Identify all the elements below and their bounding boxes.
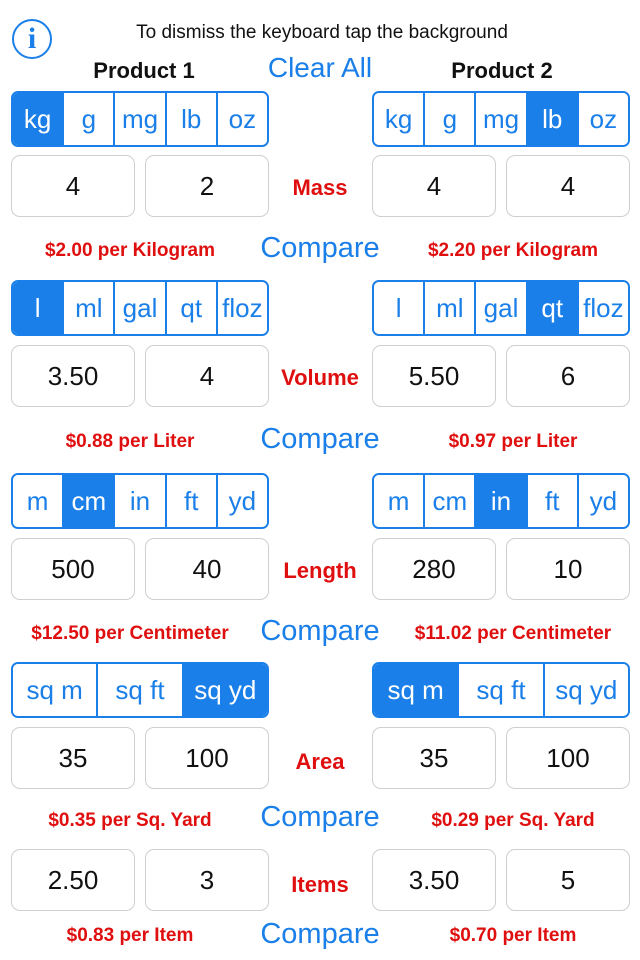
length-compare-button[interactable]: Compare bbox=[240, 615, 400, 648]
mass-unit-option-oz[interactable]: oz bbox=[215, 93, 267, 145]
length-unit-option-yd[interactable]: yd bbox=[215, 475, 267, 527]
volume-p2-price-field[interactable]: 5.50 bbox=[372, 345, 496, 407]
length-unit-option-ft[interactable]: ft bbox=[525, 475, 577, 527]
area-compare-button[interactable]: Compare bbox=[240, 801, 400, 834]
mass-p1-result: $2.00 per Kilogram bbox=[44, 240, 216, 261]
mass-p1-price-field[interactable]: 4 bbox=[11, 155, 135, 217]
area-unit-selector-p2[interactable]: sq m sq ft sq yd bbox=[372, 662, 630, 718]
mass-unit-option-kg[interactable]: kg bbox=[374, 93, 424, 145]
length-unit-option-in[interactable]: in bbox=[474, 475, 526, 527]
mass-unit-selector-p1[interactable]: kg g mg lb oz bbox=[11, 91, 269, 147]
length-unit-selector-p2[interactable]: m cm in ft yd bbox=[372, 473, 630, 529]
items-p2-quantity-field[interactable]: 5 bbox=[506, 849, 630, 911]
volume-unit-option-ml[interactable]: ml bbox=[62, 282, 114, 334]
length-unit-option-m[interactable]: m bbox=[13, 475, 63, 527]
mass-unit-option-mg[interactable]: mg bbox=[113, 93, 165, 145]
items-p2-result: $0.70 per Item bbox=[449, 925, 577, 946]
length-p1-quantity-field[interactable]: 40 bbox=[145, 538, 269, 600]
volume-p1-price-field[interactable]: 3.50 bbox=[11, 345, 135, 407]
area-unit-option-sq-yd[interactable]: sq yd bbox=[181, 664, 267, 716]
length-unit-option-cm[interactable]: cm bbox=[62, 475, 114, 527]
mass-p2-result: $2.20 per Kilogram bbox=[427, 240, 599, 261]
length-label: Length bbox=[283, 558, 357, 583]
area-p1-price-field[interactable]: 35 bbox=[11, 727, 135, 789]
length-unit-option-m[interactable]: m bbox=[374, 475, 424, 527]
mass-unit-option-mg[interactable]: mg bbox=[474, 93, 526, 145]
volume-compare-button[interactable]: Compare bbox=[240, 423, 400, 456]
mass-compare-button[interactable]: Compare bbox=[240, 232, 400, 265]
area-unit-selector-p1[interactable]: sq m sq ft sq yd bbox=[11, 662, 269, 718]
area-unit-option-sq-m[interactable]: sq m bbox=[13, 664, 97, 716]
volume-p2-result: $0.97 per Liter bbox=[448, 431, 578, 452]
volume-p2-quantity-field[interactable]: 6 bbox=[506, 345, 630, 407]
volume-unit-selector-p2[interactable]: l ml gal qt floz bbox=[372, 280, 630, 336]
mass-p2-quantity-field[interactable]: 4 bbox=[506, 155, 630, 217]
product1-title: Product 1 bbox=[93, 58, 195, 83]
length-unit-option-cm[interactable]: cm bbox=[423, 475, 475, 527]
area-p2-price-field[interactable]: 35 bbox=[372, 727, 496, 789]
volume-unit-option-floz[interactable]: floz bbox=[576, 282, 628, 334]
mass-p2-price-field[interactable]: 4 bbox=[372, 155, 496, 217]
volume-unit-option-gal[interactable]: gal bbox=[113, 282, 165, 334]
items-p2-price-field[interactable]: 3.50 bbox=[372, 849, 496, 911]
length-p1-result: $12.50 per Centimeter bbox=[31, 623, 229, 644]
length-unit-option-ft[interactable]: ft bbox=[164, 475, 216, 527]
mass-unit-option-lb[interactable]: lb bbox=[164, 93, 216, 145]
volume-unit-option-floz[interactable]: floz bbox=[215, 282, 267, 334]
area-p1-result: $0.35 per Sq. Yard bbox=[48, 810, 212, 831]
volume-unit-option-l[interactable]: l bbox=[13, 282, 63, 334]
items-p1-price-field[interactable]: 2.50 bbox=[11, 849, 135, 911]
length-p1-price-field[interactable]: 500 bbox=[11, 538, 135, 600]
area-p1-quantity-field[interactable]: 100 bbox=[145, 727, 269, 789]
mass-unit-option-kg[interactable]: kg bbox=[13, 93, 63, 145]
length-p2-result: $11.02 per Centimeter bbox=[414, 623, 612, 644]
volume-unit-selector-p1[interactable]: l ml gal qt floz bbox=[11, 280, 269, 336]
area-p2-quantity-field[interactable]: 100 bbox=[506, 727, 630, 789]
volume-p1-quantity-field[interactable]: 4 bbox=[145, 345, 269, 407]
product2-title: Product 2 bbox=[451, 58, 553, 83]
volume-unit-option-ml[interactable]: ml bbox=[423, 282, 475, 334]
length-p2-price-field[interactable]: 280 bbox=[372, 538, 496, 600]
mass-p1-quantity-field[interactable]: 2 bbox=[145, 155, 269, 217]
length-unit-option-yd[interactable]: yd bbox=[576, 475, 628, 527]
mass-unit-selector-p2[interactable]: kg g mg lb oz bbox=[372, 91, 630, 147]
area-p2-result: $0.29 per Sq. Yard bbox=[431, 810, 595, 831]
area-unit-option-sq-yd[interactable]: sq yd bbox=[542, 664, 628, 716]
mass-unit-option-lb[interactable]: lb bbox=[525, 93, 577, 145]
mass-label: Mass bbox=[292, 175, 348, 200]
keyboard-hint: To dismiss the keyboard tap the backgrou… bbox=[0, 22, 640, 44]
length-p2-quantity-field[interactable]: 10 bbox=[506, 538, 630, 600]
volume-unit-option-qt[interactable]: qt bbox=[525, 282, 577, 334]
volume-p1-result: $0.88 per Liter bbox=[65, 431, 195, 452]
area-unit-option-sq-ft[interactable]: sq ft bbox=[457, 664, 543, 716]
length-unit-option-in[interactable]: in bbox=[113, 475, 165, 527]
items-p1-result: $0.83 per Item bbox=[66, 925, 194, 946]
area-label: Area bbox=[295, 749, 345, 774]
items-label: Items bbox=[291, 872, 349, 897]
length-unit-selector-p1[interactable]: m cm in ft yd bbox=[11, 473, 269, 529]
volume-unit-option-qt[interactable]: qt bbox=[164, 282, 216, 334]
area-unit-option-sq-m[interactable]: sq m bbox=[374, 664, 458, 716]
mass-unit-option-g[interactable]: g bbox=[423, 93, 475, 145]
keyboard-hint-text: To dismiss the keyboard tap the backgrou… bbox=[136, 22, 508, 43]
volume-label: Volume bbox=[281, 365, 359, 390]
items-p1-quantity-field[interactable]: 3 bbox=[145, 849, 269, 911]
mass-unit-option-oz[interactable]: oz bbox=[576, 93, 628, 145]
volume-unit-option-l[interactable]: l bbox=[374, 282, 424, 334]
volume-unit-option-gal[interactable]: gal bbox=[474, 282, 526, 334]
mass-unit-option-g[interactable]: g bbox=[62, 93, 114, 145]
area-unit-option-sq-ft[interactable]: sq ft bbox=[96, 664, 182, 716]
items-compare-button[interactable]: Compare bbox=[240, 918, 400, 951]
